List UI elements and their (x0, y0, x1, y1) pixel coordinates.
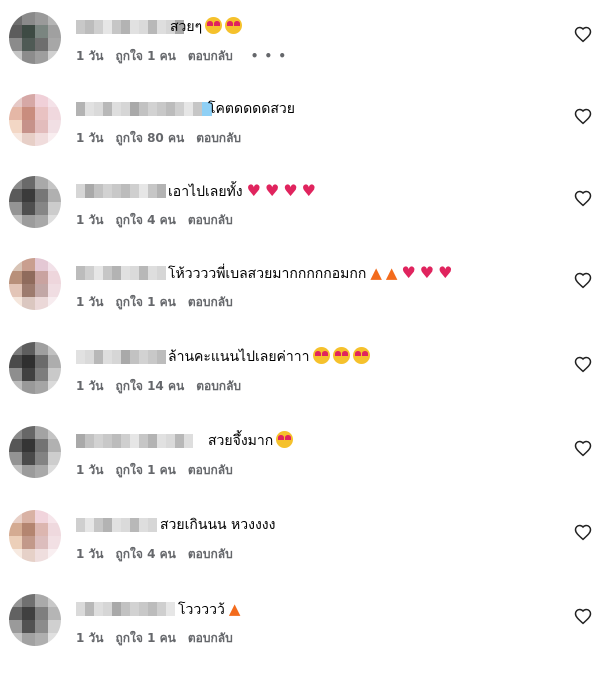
comment-meta: 1 วัน ถูกใจ 80 คน ตอบกลับ (76, 130, 253, 146)
comment-meta: 1 วัน ถูกใจ 1 คน ตอบกลับ (76, 294, 245, 310)
heart-eyes-emoji-icon (225, 17, 243, 34)
reply-button[interactable]: ตอบกลับ (188, 295, 233, 309)
fire-emoji-icon: ▲ (370, 264, 382, 282)
like-heart-icon[interactable] (574, 608, 592, 626)
reply-button[interactable]: ตอบกลับ (188, 631, 233, 645)
fire-emoji-icon: ▲ (385, 264, 398, 282)
like-heart-icon[interactable] (574, 190, 592, 208)
comment-text: ล้านคะแนนไปเลยค่าาา (168, 346, 370, 368)
red-heart-emoji-icon: ♥ (438, 263, 453, 282)
comment-time[interactable]: 1 วัน (76, 49, 103, 63)
comment-body: สวยจึ้งมาก (208, 433, 274, 449)
comment-time[interactable]: 1 วัน (76, 295, 103, 309)
comment-item: สวยๆ 1 วัน ถูกใจ 1 คน ตอบกลับ • • • (0, 12, 600, 92)
avatar[interactable] (9, 510, 61, 562)
comment-likes[interactable]: ถูกใจ 4 คน (115, 213, 175, 227)
comment-body: โววววว้ (178, 602, 225, 618)
comment-time[interactable]: 1 วัน (76, 213, 103, 227)
avatar[interactable] (9, 426, 61, 478)
comment-body: สวยเกินนน หวงงงง (160, 517, 276, 533)
comment-text: สวยจึ้งมาก (208, 430, 294, 452)
comment-item: โห้ววววพี่เบลสวยมากกกกกอมกก ▲ ▲ ♥ ♥ ♥ 1 วัน ถูก… (0, 258, 600, 338)
red-heart-emoji-icon: ♥ (264, 181, 280, 200)
comment-likes[interactable]: ถูกใจ 14 คน (115, 379, 184, 393)
commenter-name-blurred[interactable] (76, 434, 193, 448)
commenter-name-blurred[interactable] (76, 518, 157, 532)
heart-eyes-emoji-icon (352, 347, 370, 364)
like-heart-icon[interactable] (574, 26, 592, 44)
comment-meta: 1 วัน ถูกใจ 14 คน ตอบกลับ (76, 378, 253, 394)
more-options-icon[interactable]: • • • (251, 49, 287, 63)
comment-time[interactable]: 1 วัน (76, 131, 103, 145)
avatar[interactable] (9, 176, 61, 228)
commenter-name-blurred[interactable] (76, 102, 212, 116)
commenter-name-blurred[interactable] (76, 602, 175, 616)
comment-time[interactable]: 1 วัน (76, 463, 103, 477)
comment-text: โคตดดดดสวย (208, 98, 295, 120)
comment-likes[interactable]: ถูกใจ 1 คน (115, 49, 175, 63)
comment-item: เอาไปเลยทั้ง ♥ ♥ ♥ ♥ 1 วัน ถูกใจ 4 คน ตอบกลับ (0, 176, 600, 256)
commenter-name-blurred[interactable] (76, 350, 166, 364)
comment-meta: 1 วัน ถูกใจ 1 คน ตอบกลับ • • • (76, 48, 299, 64)
comment-meta: 1 วัน ถูกใจ 1 คน ตอบกลับ (76, 630, 245, 646)
like-heart-icon[interactable] (574, 440, 592, 458)
avatar[interactable] (9, 342, 61, 394)
comment-text: เอาไปเลยทั้ง ♥ ♥ ♥ ♥ (168, 180, 316, 203)
red-heart-emoji-icon: ♥ (283, 181, 298, 200)
comment-text: โห้ววววพี่เบลสวยมากกกกกอมกก ▲ ▲ ♥ ♥ ♥ (168, 262, 452, 285)
comment-body: ล้านคะแนนไปเลยค่าาา (168, 349, 310, 365)
like-heart-icon[interactable] (574, 272, 592, 290)
avatar[interactable] (9, 12, 61, 64)
comment-body: เอาไปเลยทั้ง (168, 184, 243, 200)
comment-item: โววววว้ ▲ 1 วัน ถูกใจ 1 คน ตอบกลับ (0, 594, 600, 674)
comment-meta: 1 วัน ถูกใจ 4 คน ตอบกลับ (76, 212, 245, 228)
comment-meta: 1 วัน ถูกใจ 1 คน ตอบกลับ (76, 462, 245, 478)
reply-button[interactable]: ตอบกลับ (196, 379, 241, 393)
comment-text: สวยเกินนน หวงงงง (160, 514, 275, 536)
reply-button[interactable]: ตอบกลับ (188, 49, 233, 63)
commenter-name-blurred[interactable] (76, 184, 166, 198)
like-heart-icon[interactable] (574, 356, 592, 374)
comment-time[interactable]: 1 วัน (76, 379, 103, 393)
comment-meta: 1 วัน ถูกใจ 4 คน ตอบกลับ (76, 546, 245, 562)
comment-item: สวยเกินนน หวงงงง 1 วัน ถูกใจ 4 คน ตอบกลับ (0, 510, 600, 590)
comment-text: สวยๆ (170, 16, 243, 38)
heart-eyes-emoji-icon (332, 347, 350, 364)
avatar[interactable] (9, 94, 61, 146)
avatar[interactable] (9, 258, 61, 310)
heart-eyes-emoji-icon (205, 17, 223, 34)
comment-item: โคตดดดดสวย 1 วัน ถูกใจ 80 คน ตอบกลับ (0, 94, 600, 174)
red-heart-emoji-icon: ♥ (419, 263, 435, 282)
comment-time[interactable]: 1 วัน (76, 547, 103, 561)
comment-likes[interactable]: ถูกใจ 4 คน (115, 547, 175, 561)
comment-likes[interactable]: ถูกใจ 1 คน (115, 295, 175, 309)
fire-emoji-icon: ▲ (228, 600, 241, 618)
commenter-name-blurred[interactable] (76, 266, 166, 280)
red-heart-emoji-icon: ♥ (246, 181, 261, 200)
commenter-name-blurred[interactable] (76, 20, 184, 34)
heart-eyes-emoji-icon (312, 347, 330, 364)
avatar[interactable] (9, 594, 61, 646)
red-heart-emoji-icon: ♥ (301, 181, 316, 200)
comment-likes[interactable]: ถูกใจ 1 คน (115, 463, 175, 477)
comment-text: โววววว้ ▲ (178, 598, 240, 621)
reply-button[interactable]: ตอบกลับ (196, 131, 241, 145)
comment-item: สวยจึ้งมาก 1 วัน ถูกใจ 1 คน ตอบกลับ (0, 426, 600, 506)
reply-button[interactable]: ตอบกลับ (188, 463, 233, 477)
comment-item: ล้านคะแนนไปเลยค่าาา 1 วัน ถูกใจ 14 คน ตอบกล… (0, 342, 600, 422)
comment-body: สวยๆ (170, 19, 203, 35)
comment-likes[interactable]: ถูกใจ 1 คน (115, 631, 175, 645)
reply-button[interactable]: ตอบกลับ (188, 547, 233, 561)
like-heart-icon[interactable] (574, 524, 592, 542)
comment-time[interactable]: 1 วัน (76, 631, 103, 645)
like-heart-icon[interactable] (574, 108, 592, 126)
comment-likes[interactable]: ถูกใจ 80 คน (115, 131, 184, 145)
comment-body: โห้ววววพี่เบลสวยมากกกกกอมกก (168, 266, 367, 282)
red-heart-emoji-icon: ♥ (401, 263, 416, 282)
comment-body: โคตดดดดสวย (208, 101, 295, 117)
reply-button[interactable]: ตอบกลับ (188, 213, 233, 227)
heart-eyes-emoji-icon (276, 431, 294, 448)
